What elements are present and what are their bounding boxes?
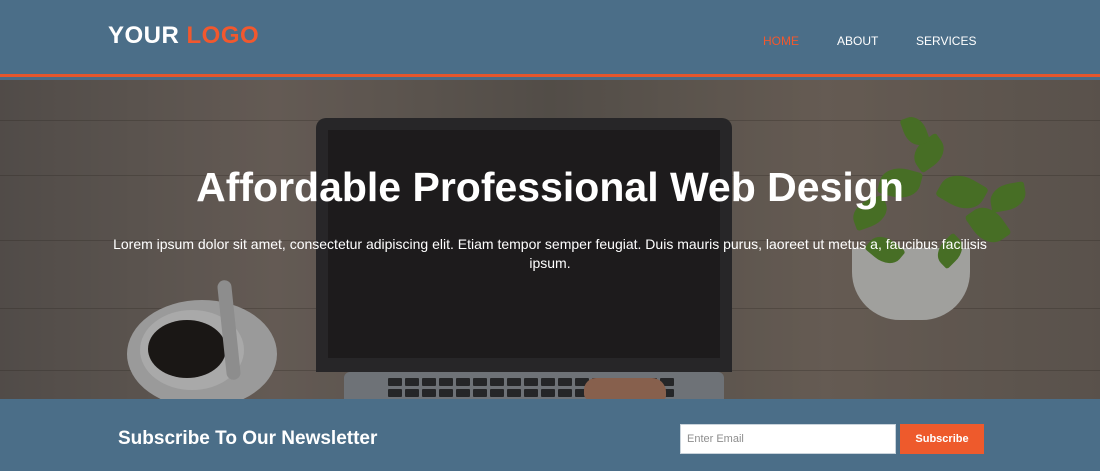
site-header: YOUR LOGO HOME ABOUT SERVICES (0, 0, 1100, 77)
hero-description: Lorem ipsum dolor sit amet, consectetur … (113, 236, 987, 271)
nav-home-link[interactable]: HOME (763, 34, 799, 48)
newsletter-section: Subscribe To Our Newsletter Subscribe (0, 399, 1100, 471)
subscribe-button[interactable]: Subscribe (900, 424, 984, 454)
hero-section: Affordable Professional Web Design Lorem… (0, 80, 1100, 399)
logo-primary-text: YOUR (108, 22, 180, 49)
site-logo[interactable]: YOUR LOGO (108, 22, 259, 50)
nav-services-link[interactable]: SERVICES (916, 34, 976, 48)
nav-about-link[interactable]: ABOUT (837, 34, 878, 48)
email-input[interactable] (680, 424, 896, 454)
logo-accent-text: LOGO (186, 22, 260, 49)
newsletter-title: Subscribe To Our Newsletter (118, 428, 378, 449)
hero-title: Affordable Professional Web Design (196, 164, 904, 210)
